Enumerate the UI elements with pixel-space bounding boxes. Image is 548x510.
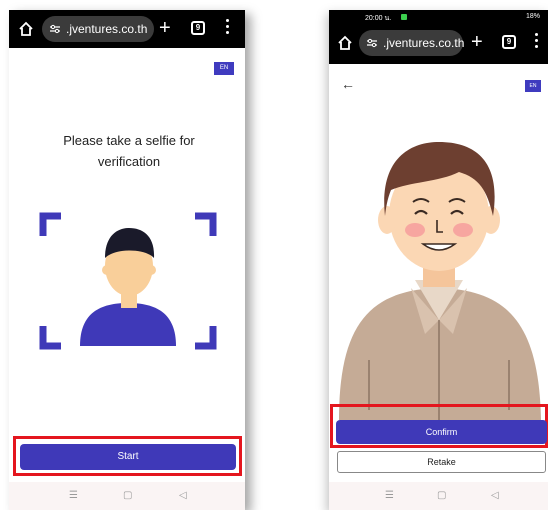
screenshot-canvas: .jventures.co.th + 9 EN Please take a se… [0,0,548,510]
instruction-text: Please take a selfie for verification [63,133,195,169]
site-settings-icon [50,24,60,34]
menu-icon[interactable]: ☰ [69,490,78,501]
new-tab-icon[interactable]: + [159,15,171,41]
notification-dot-icon [401,14,407,20]
phone-left: .jventures.co.th + 9 EN Please take a se… [9,10,245,510]
retake-button[interactable]: Retake [337,451,546,473]
url-bar[interactable]: .jventures.co.th [359,30,465,56]
confirm-button[interactable]: Confirm [336,420,547,444]
battery-status: 18% [525,13,540,20]
status-bar: 20:00 น. 18% [329,10,548,24]
url-bar[interactable]: .jventures.co.th [42,16,154,42]
home-icon[interactable] [337,35,353,51]
new-tab-icon[interactable]: + [471,29,483,55]
back-arrow-icon[interactable]: ← [341,76,355,92]
menu-icon[interactable]: ☰ [385,490,394,501]
more-menu-icon[interactable] [225,19,229,37]
home-icon[interactable] [18,21,34,37]
language-button[interactable]: EN [525,80,541,92]
url-text: .jventures.co.th [66,22,148,36]
phone-right: 20:00 น. 18% .jventures.co.th + 9 ← EN C… [329,10,548,510]
selfie-illustration [39,212,217,350]
system-navbar: ☰ ▢ ◁ [9,482,245,510]
browser-toolbar: .jventures.co.th + 9 [329,24,548,64]
more-menu-icon[interactable] [534,33,538,51]
url-text: .jventures.co.th [383,36,465,50]
person-body [80,303,176,346]
home-circle-icon[interactable]: ▢ [123,490,132,501]
status-time: 20:00 น. [365,15,392,22]
language-button[interactable]: EN [214,62,234,75]
browser-toolbar: .jventures.co.th + 9 [9,10,245,48]
start-button[interactable]: Start [20,444,236,470]
tab-switcher-button[interactable]: 9 [502,35,516,49]
back-triangle-icon[interactable]: ◁ [491,490,499,501]
back-triangle-icon[interactable]: ◁ [179,490,187,501]
site-settings-icon [367,38,377,48]
tab-switcher-button[interactable]: 9 [191,21,205,35]
system-navbar: ☰ ▢ ◁ [329,482,548,510]
home-circle-icon[interactable]: ▢ [437,490,446,501]
selfie-preview-illustration [339,142,541,420]
